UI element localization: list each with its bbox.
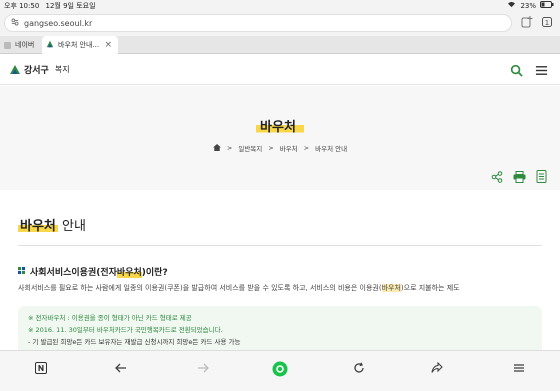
status-bar: 오후 10:50 12월 9일 토요일 23% [0,0,560,12]
site-info-icon[interactable] [11,18,19,28]
notice-box: ※ 전자바우처 : 이용권을 종이 형태가 아닌 카드 형태로 제공 ※ 201… [18,306,542,354]
section-title-post: )이란? [141,268,168,278]
address-bar-row: gangseo.seoul.kr 1 [0,12,560,36]
breadcrumb-separator: > [268,144,274,152]
status-date: 12월 9일 토요일 [45,2,96,10]
back-icon[interactable] [112,361,130,379]
page-title: 바우처 [0,116,560,135]
heading-divider [18,245,542,246]
page-utilities [491,168,548,187]
status-time: 오후 10:50 [4,2,40,10]
tab-label: 바우처 안내... [58,41,100,49]
document-icon[interactable] [536,168,548,187]
content-heading-highlight: 바우처 [18,219,58,234]
naver-n-icon[interactable] [32,361,50,379]
content-heading-rest: 안내 [57,219,86,234]
page-title-text: 바우처 [256,120,304,135]
notice-line: ※ 2016. 11. 30일부터 바우처카드가 국민행복카드로 전환되었습니다… [28,326,223,334]
status-right: 23% [507,1,554,10]
page-hero: 바우처 > 일반복지 > 바우처 > 바우처 안내 [0,86,560,190]
print-icon[interactable] [513,168,526,187]
share-icon[interactable] [491,168,503,187]
breadcrumb-item[interactable]: 바우처 안내 [315,143,347,153]
browser-toolbar [0,350,560,391]
tab-voucher[interactable]: 바우처 안내... × [42,36,118,54]
menu-icon[interactable] [510,361,528,379]
breadcrumb-item[interactable]: 일반복지 [238,143,262,153]
forward-icon[interactable] [194,361,212,379]
tab-label: 네이버 [15,41,35,49]
description-post: )으로 지불하는 제도 [400,284,460,292]
svg-text:1: 1 [545,19,549,27]
header-actions [510,62,548,81]
notice-line: ※ 전자바우처 : 이용권을 종이 형태가 아닌 카드 형태로 제공 [28,314,192,322]
close-tab-icon[interactable]: × [104,40,112,50]
site-header: 강서구 복지 [0,55,560,85]
address-bar[interactable]: gangseo.seoul.kr [4,14,512,32]
home-icon[interactable] [213,143,221,153]
wifi-icon [507,1,516,10]
logo-sub: 복지 [54,65,70,74]
gangseo-favicon-icon [46,40,54,50]
new-tab-icon[interactable] [520,16,534,30]
search-icon[interactable] [510,62,523,81]
naver-favicon-icon [4,41,11,49]
breadcrumb-separator: > [303,144,310,152]
content-heading: 바우처 안내 [18,215,86,234]
site-logo[interactable]: 강서구 복지 [10,63,70,76]
url-text: gangseo.seoul.kr [24,18,93,28]
reload-icon[interactable] [350,361,368,379]
section-title-pre: 사회서비스이용권(전자 [30,268,117,278]
notice-line: - 기 발급된 희망e든 카드 보유자는 재발급 신청시까지 희망e든 카드 사… [28,338,241,346]
gangseo-logo-icon [10,64,20,75]
description-highlight: 바우처 [381,284,401,292]
main-content: 바우처 안내 사회서비스이용권(전자바우처)이란? 사회서비스를 필요로 하는 … [0,190,560,354]
tab-naver[interactable]: 네이버 [0,36,40,54]
description-pre: 사회서비스를 필요로 하는 사람에게 일종의 이용권(쿠폰)을 발급하여 서비스… [18,284,382,292]
status-time-date: 오후 10:50 12월 9일 토요일 [4,1,96,11]
section-description: 사회서비스를 필요로 하는 사람에게 일종의 이용권(쿠폰)을 발급하여 서비스… [18,283,460,293]
section-title-highlight: 바우처 [116,268,142,278]
section-title: 사회서비스이용권(전자바우처)이란? [18,265,168,278]
tab-switcher-icon[interactable]: 1 [540,16,554,30]
battery-icon [540,1,554,10]
share-arrow-icon[interactable] [428,361,446,379]
breadcrumb-separator: > [226,144,233,152]
breadcrumb-item[interactable]: 바우처 [280,143,298,153]
home-green-button-icon[interactable] [271,361,289,379]
logo-text: 강서구 [24,66,49,76]
battery-label: 23% [520,1,536,10]
breadcrumb: > 일반복지 > 바우처 > 바우처 안내 [0,143,560,153]
bullet-square-icon [18,266,25,277]
tab-strip: 네이버 바우처 안내... × [0,36,560,54]
menu-icon[interactable] [535,62,548,81]
